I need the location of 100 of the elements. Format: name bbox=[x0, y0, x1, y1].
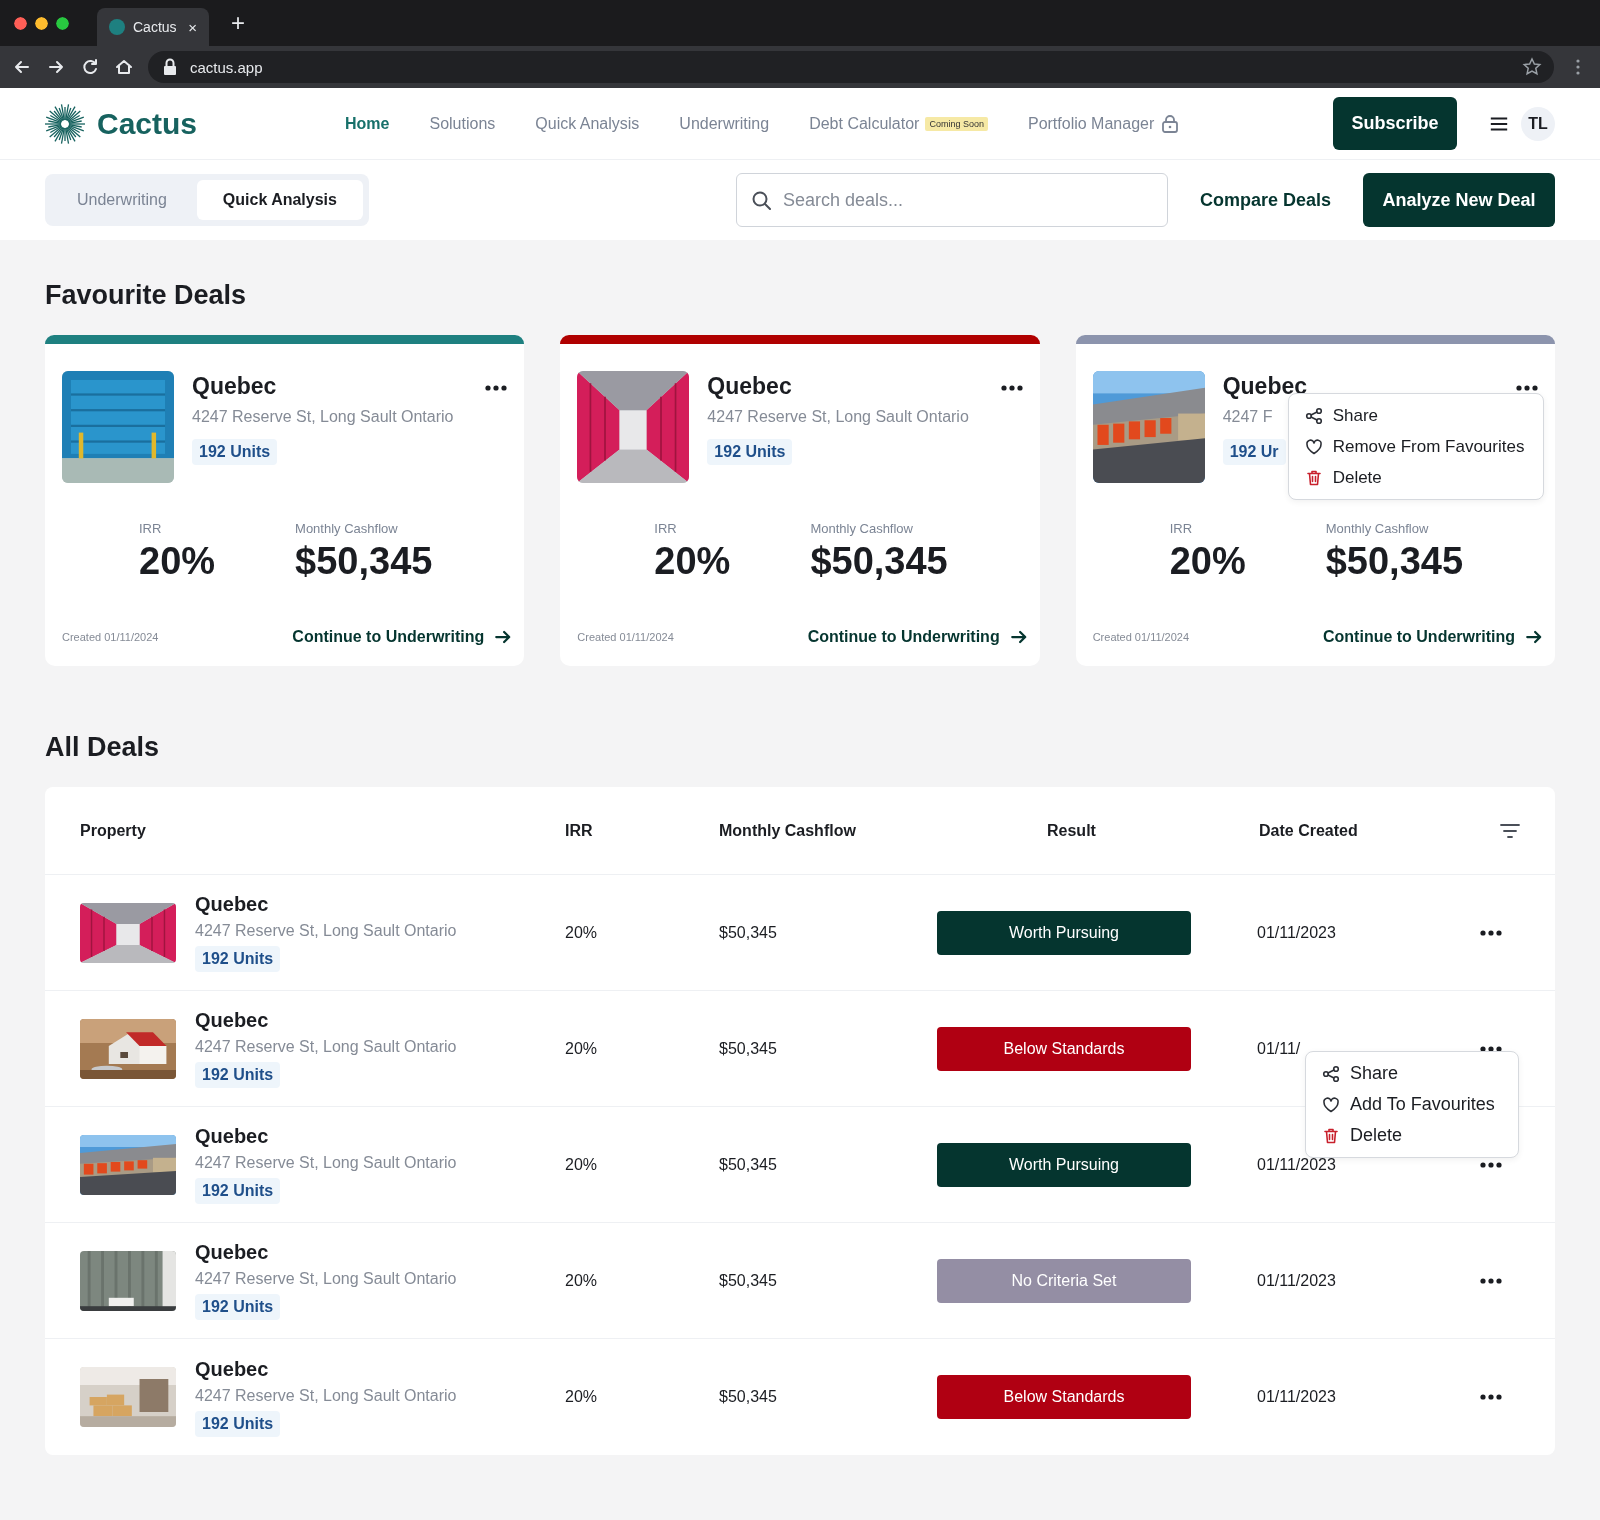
arrow-right-icon bbox=[1525, 628, 1543, 646]
section-title: All Deals bbox=[45, 732, 161, 763]
result-tag: Below Standards bbox=[937, 1375, 1191, 1419]
filter-icon[interactable] bbox=[1500, 822, 1520, 839]
more-options-icon[interactable] bbox=[1480, 1277, 1502, 1284]
deal-name: Quebec bbox=[195, 1125, 269, 1148]
new-tab-button[interactable]: + bbox=[231, 9, 245, 37]
nav-link[interactable]: Quick Analysis bbox=[535, 114, 640, 133]
arrow-right-icon bbox=[1009, 628, 1028, 646]
menu-item[interactable]: Delete bbox=[1322, 1122, 1502, 1149]
result-tag: Worth Pursuing bbox=[937, 1142, 1191, 1187]
table-cell-text: $50,345 bbox=[719, 923, 778, 942]
metric-value: $50,345 bbox=[295, 540, 433, 583]
table-cell-text: 01/11/ bbox=[1257, 1039, 1302, 1058]
deal-name: Quebec bbox=[707, 373, 792, 400]
compare-deals-link[interactable]: Compare Deals bbox=[1199, 189, 1331, 211]
coming-soon-badge: Coming Soon bbox=[925, 116, 988, 131]
table-cell-text: $50,345 bbox=[719, 1388, 778, 1406]
more-options-icon[interactable] bbox=[1480, 1045, 1502, 1052]
metric-value: $50,345 bbox=[1325, 540, 1464, 583]
arrow-right-icon bbox=[494, 628, 513, 646]
nav-link[interactable]: Portfolio Manager bbox=[1027, 113, 1181, 134]
table-cell-text: 01/11/2023 bbox=[1257, 1155, 1337, 1174]
deal-name: Quebec bbox=[195, 893, 269, 916]
continue-link[interactable]: Continue to Underwriting bbox=[807, 628, 1028, 646]
deal-name: Quebec bbox=[1222, 373, 1308, 400]
close-icon[interactable]: × bbox=[188, 18, 197, 36]
trash-icon bbox=[1304, 468, 1323, 487]
menu-item[interactable]: Delete bbox=[1304, 464, 1527, 491]
window-control-icon[interactable] bbox=[56, 16, 69, 30]
created-date: Created 01/11/2024 bbox=[62, 631, 159, 643]
home-icon[interactable] bbox=[114, 57, 134, 77]
nav-link[interactable]: Debt Calculator Coming Soon bbox=[809, 114, 988, 133]
table-cell-text: 20% bbox=[565, 1155, 599, 1174]
browser-tab[interactable]: Cactus × bbox=[97, 8, 209, 46]
nav-link[interactable]: Underwriting bbox=[679, 114, 770, 133]
metric-label: IRR bbox=[1169, 521, 1194, 536]
tab-title: Cactus bbox=[133, 19, 177, 35]
more-options-icon[interactable] bbox=[1516, 385, 1538, 391]
column-header: Property bbox=[80, 821, 147, 840]
favicon-icon bbox=[109, 19, 125, 35]
window-control-icon[interactable] bbox=[35, 16, 48, 30]
menu-item[interactable]: Add To Favourites bbox=[1322, 1091, 1502, 1118]
cactus-logo-icon[interactable] bbox=[45, 103, 85, 144]
metric-label: IRR bbox=[139, 521, 163, 536]
address-bar[interactable]: cactus.app bbox=[148, 51, 1554, 83]
column-header: Result bbox=[1046, 821, 1097, 840]
heart-icon bbox=[1322, 1095, 1340, 1114]
more-options-icon[interactable] bbox=[1480, 929, 1502, 936]
share-icon bbox=[1322, 1064, 1340, 1083]
nav-link[interactable]: Solutions bbox=[429, 114, 496, 133]
deal-address: 4247 Reserve St, Long Sault Ontario bbox=[195, 922, 457, 940]
column-header: Monthly Cashflow bbox=[719, 821, 857, 840]
analyze-new-deal-button[interactable]: Analyze New Deal bbox=[1363, 173, 1555, 227]
table-cell-text: 01/11/2023 bbox=[1257, 1271, 1337, 1290]
result-tag: Worth Pursuing bbox=[937, 910, 1191, 955]
units-tag: 192 Ur bbox=[1222, 439, 1286, 465]
search-field[interactable]: Search deals... bbox=[735, 173, 1168, 227]
table-cell-text: 01/11/2023 bbox=[1257, 923, 1337, 942]
units-tag: 192 Units bbox=[195, 1294, 281, 1320]
metric-value: 20% bbox=[1169, 540, 1246, 583]
share-icon bbox=[1304, 406, 1323, 425]
reload-icon[interactable] bbox=[80, 57, 100, 77]
table-cell-text: 20% bbox=[565, 1388, 599, 1406]
table-cell-text: 20% bbox=[565, 1271, 599, 1290]
more-options-icon[interactable] bbox=[1480, 1161, 1502, 1168]
metric-label: IRR bbox=[654, 521, 678, 536]
deal-name: Quebec bbox=[195, 1241, 269, 1264]
deal-name: Quebec bbox=[195, 1009, 269, 1032]
menu-item[interactable]: Remove From Favourites bbox=[1304, 433, 1527, 460]
trash-icon bbox=[1322, 1126, 1340, 1145]
menu-item[interactable]: Share bbox=[1322, 1060, 1502, 1087]
bookmark-icon[interactable] bbox=[1522, 57, 1542, 77]
brand-name[interactable]: Cactus bbox=[97, 106, 198, 141]
units-tag: 192 Units bbox=[195, 1410, 281, 1437]
deal-address: 4247 Reserve St, Long Sault Ontario bbox=[192, 408, 454, 426]
units-tag: 192 Units bbox=[707, 439, 793, 465]
units-tag: 192 Units bbox=[195, 946, 281, 972]
continue-link[interactable]: Continue to Underwriting bbox=[292, 628, 513, 646]
metric-label: Monthly Cashflow bbox=[1325, 521, 1430, 536]
section-title: Favourite Deals bbox=[45, 280, 248, 311]
more-options-icon[interactable] bbox=[485, 385, 508, 391]
table-cell-text: 20% bbox=[565, 923, 599, 942]
table-cell-text: 01/11/2023 bbox=[1257, 1388, 1337, 1406]
table-cell-text: 20% bbox=[565, 1039, 599, 1058]
user-avatar[interactable]: TL bbox=[1521, 106, 1555, 141]
more-options-icon[interactable] bbox=[1480, 1394, 1502, 1400]
view-tab[interactable]: Quick Analysis bbox=[196, 180, 363, 220]
more-options-icon[interactable] bbox=[1000, 385, 1023, 391]
nav-link[interactable]: Home bbox=[345, 114, 390, 133]
deal-name: Quebec bbox=[195, 1357, 269, 1381]
continue-link[interactable]: Continue to Underwriting bbox=[1323, 628, 1543, 646]
deal-address: 4247 Reserve St, Long Sault Ontario bbox=[195, 1038, 457, 1056]
result-tag: No Criteria Set bbox=[937, 1258, 1191, 1303]
subscribe-button[interactable]: Subscribe bbox=[1333, 97, 1457, 150]
deal-address: 4247 Reserve St, Long Sault Ontario bbox=[707, 408, 969, 426]
menu-item[interactable]: Share bbox=[1304, 402, 1527, 429]
metric-label: Monthly Cashflow bbox=[810, 521, 914, 536]
metric-value: 20% bbox=[139, 540, 216, 583]
window-control-icon[interactable] bbox=[14, 16, 27, 30]
